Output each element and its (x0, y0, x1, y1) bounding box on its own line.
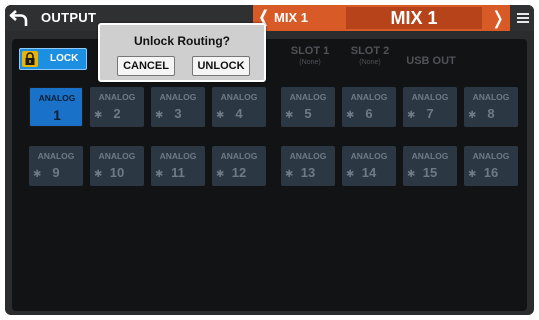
back-arrow-icon (9, 10, 28, 26)
channel-button-15[interactable]: ANALOG ✱ 15 (403, 146, 457, 186)
channel-label: ANALOG (350, 151, 388, 161)
channel-button-6[interactable]: ANALOG ✱ 6 (342, 87, 396, 127)
channel-number: 1 (53, 107, 61, 123)
lock-label: LOCK (50, 53, 79, 64)
tab-slot-1-sub: (None) (299, 59, 321, 66)
output-screen: OUTPUT ❬ MIX 1 MIX 1 ❭ LOCK SLOT 1 (None… (5, 5, 534, 315)
mix-prev-button[interactable]: ❬ MIX 1 (257, 7, 327, 29)
channel-button-10[interactable]: ANALOG ✱ 10 (90, 146, 144, 186)
channel-button-8[interactable]: ANALOG ✱ 8 (464, 87, 518, 127)
channel-button-4[interactable]: ANALOG ✱ 4 (212, 87, 266, 127)
channel-label: ANALOG (472, 151, 510, 161)
channel-label: ANALOG (159, 92, 197, 102)
channel-number: 12 (231, 165, 247, 180)
channel-button-14[interactable]: ANALOG ✱ 14 (342, 146, 396, 186)
channel-number: 7 (426, 106, 434, 121)
channel-number: 2 (113, 106, 121, 121)
channel-label: ANALOG (350, 92, 388, 102)
page-title: OUTPUT (41, 10, 97, 25)
tab-usb-out-label: USB OUT (406, 55, 456, 67)
back-button[interactable] (9, 7, 35, 29)
mix-selector: ❬ MIX 1 MIX 1 ❭ (253, 5, 510, 31)
tab-slot-2[interactable]: SLOT 2 (348, 45, 392, 57)
channel-number: 4 (235, 106, 243, 121)
channel-label: ANALOG (411, 151, 449, 161)
channel-button-16[interactable]: ANALOG ✱ 16 (464, 146, 518, 186)
tab-slot-2-sub: (None) (359, 59, 381, 66)
channel-label: ANALOG (98, 151, 136, 161)
channel-label: ANALOG (37, 151, 75, 161)
channel-button-1[interactable]: ANALOG 1 (29, 87, 83, 127)
channel-number: 3 (174, 106, 182, 121)
padlock-icon (22, 51, 38, 67)
channel-number: 9 (52, 165, 60, 180)
mix-prev-label: MIX 1 (274, 10, 308, 25)
tab-slot-2-label: SLOT 2 (350, 45, 390, 57)
channel-button-7[interactable]: ANALOG ✱ 7 (403, 87, 457, 127)
cancel-button[interactable]: CANCEL (117, 56, 175, 76)
channel-label: ANALOG (472, 92, 510, 102)
channel-button-12[interactable]: ANALOG ✱ 12 (212, 146, 266, 186)
channel-label: ANALOG (220, 151, 258, 161)
channel-button-5[interactable]: ANALOG ✱ 5 (281, 87, 335, 127)
unlock-routing-dialog: Unlock Routing? CANCEL UNLOCK (98, 23, 266, 82)
chevron-right-icon: ❭ (490, 8, 506, 28)
channel-number: 5 (304, 106, 312, 121)
mix-next-button[interactable]: ❭ (489, 7, 507, 29)
lock-toggle[interactable]: LOCK (19, 48, 87, 70)
channel-number: 6 (365, 106, 373, 121)
channel-number: 16 (483, 165, 499, 180)
channel-number: 10 (109, 165, 125, 180)
tab-usb-out[interactable]: USB OUT (401, 55, 461, 67)
channel-number: 15 (422, 165, 438, 180)
unlock-button[interactable]: UNLOCK (192, 56, 250, 76)
top-bar: OUTPUT ❬ MIX 1 MIX 1 ❭ (5, 5, 534, 31)
dialog-title: Unlock Routing? (134, 34, 230, 48)
tab-slot-1-label: SLOT 1 (290, 45, 330, 57)
channel-number: 13 (300, 165, 316, 180)
channel-number: 14 (361, 165, 377, 180)
tab-slot-1[interactable]: SLOT 1 (288, 45, 332, 57)
channel-label: ANALOG (38, 93, 76, 103)
channel-button-13[interactable]: ANALOG ✱ 13 (281, 146, 335, 186)
channel-button-9[interactable]: ANALOG ✱ 9 (29, 146, 83, 186)
channel-button-11[interactable]: ANALOG ✱ 11 (151, 146, 205, 186)
channel-label: ANALOG (289, 151, 327, 161)
channel-label: ANALOG (159, 151, 197, 161)
channel-label: ANALOG (411, 92, 449, 102)
channel-button-2[interactable]: ANALOG ✱ 2 (90, 87, 144, 127)
hamburger-menu-icon (514, 9, 532, 27)
channel-label: ANALOG (289, 92, 327, 102)
channel-button-3[interactable]: ANALOG ✱ 3 (151, 87, 205, 127)
channel-label: ANALOG (220, 92, 258, 102)
mix-title: MIX 1 (346, 7, 482, 29)
menu-button[interactable] (514, 9, 532, 27)
channel-number: 8 (487, 106, 495, 121)
channel-label: ANALOG (98, 92, 136, 102)
channel-number: 11 (171, 165, 185, 180)
